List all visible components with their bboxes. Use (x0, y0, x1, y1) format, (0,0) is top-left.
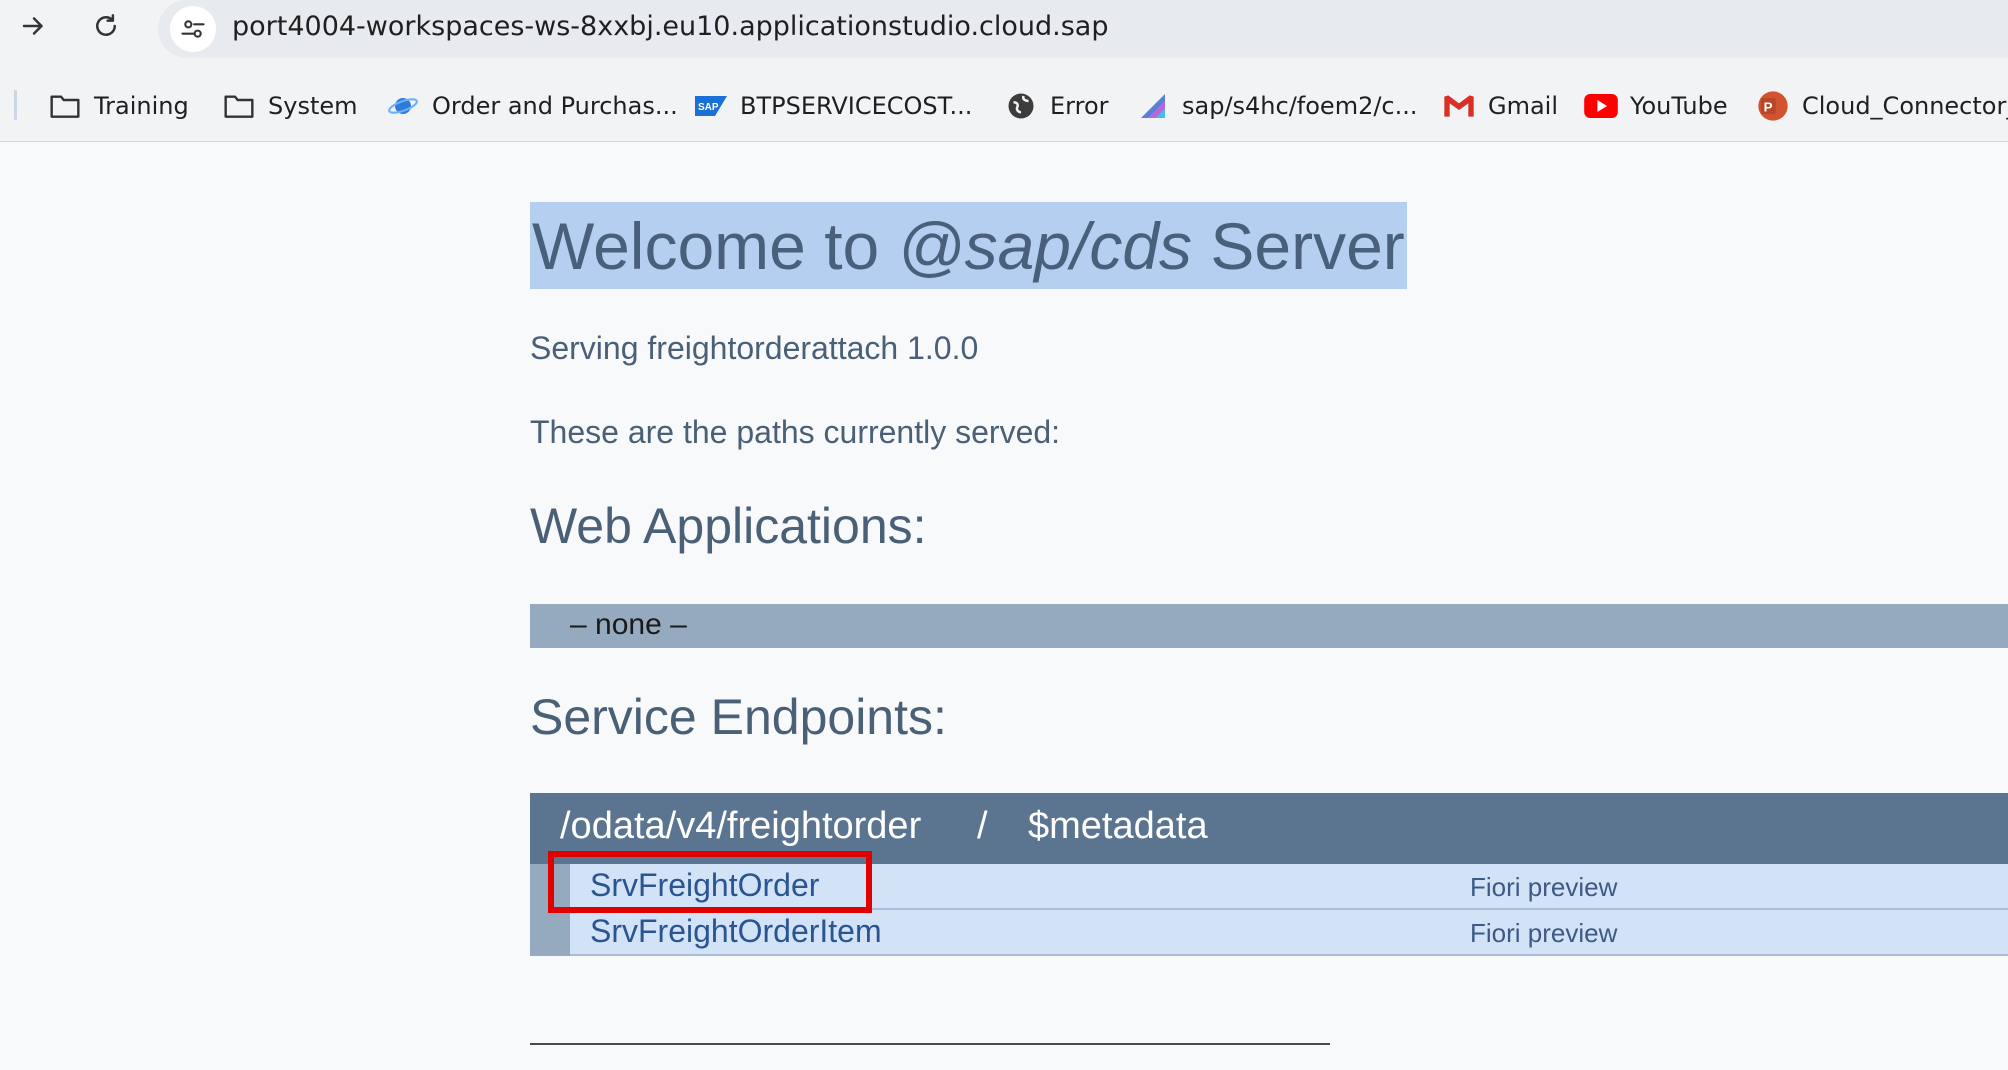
fiori-preview-link[interactable]: Fiori preview (1470, 918, 1617, 949)
powerpoint-icon: P (1756, 89, 1790, 123)
web-applications-none-text: – none – (570, 608, 687, 641)
bookmark-separator (14, 90, 17, 120)
bookmark-system[interactable]: System (222, 86, 358, 126)
browser-chrome: port4004-workspaces-ws-8xxbj.eu10.applic… (0, 0, 2008, 142)
arrow-right-icon (22, 17, 43, 35)
web-applications-heading: Web Applications: (530, 498, 927, 554)
entity-link-srvfreightorderitem[interactable]: SrvFreightOrderItem (590, 913, 882, 950)
bookmark-gmail[interactable]: Gmail (1442, 86, 1558, 126)
bookmark-youtube[interactable]: YouTube (1584, 86, 1728, 126)
sap-logo-icon: SAP (694, 89, 728, 123)
web-applications-list: – none – (530, 604, 2008, 648)
footer-divider (530, 1043, 1330, 1045)
url-text[interactable]: port4004-workspaces-ws-8xxbj.eu10.applic… (232, 11, 1109, 42)
reload-icon (96, 14, 116, 36)
page-title: Welcome to @sap/cds Server (532, 208, 1405, 283)
youtube-icon (1584, 89, 1618, 123)
entity-row-gutter (530, 910, 570, 956)
svg-text:P: P (1764, 99, 1773, 114)
folder-icon (222, 89, 256, 123)
gmail-icon (1442, 89, 1476, 123)
fiori-preview-link[interactable]: Fiori preview (1470, 872, 1617, 903)
service-path-separator: / (977, 805, 988, 847)
service-endpoints-heading: Service Endpoints: (530, 689, 947, 745)
bookmark-error[interactable]: Error (1004, 86, 1109, 126)
bookmark-sap-s4hc[interactable]: sap/s4hc/foem2/c... (1136, 86, 1418, 126)
globe-icon (1004, 89, 1038, 123)
site-info-button[interactable] (170, 6, 216, 52)
service-path-link[interactable]: /odata/v4/freightorder (560, 805, 921, 848)
bookmark-training[interactable]: Training (48, 86, 189, 126)
app-icon (1136, 89, 1170, 123)
forward-button[interactable] (12, 4, 56, 48)
metadata-link[interactable]: $metadata (1028, 805, 1208, 848)
bookmark-btpservicecost[interactable]: SAP BTPSERVICECOST... (694, 86, 972, 126)
serving-text: Serving freightorderattach 1.0.0 (530, 330, 979, 366)
title-selection-highlight: Welcome to @sap/cds Server (530, 202, 1407, 289)
red-annotation-box (548, 851, 872, 913)
svg-text:SAP: SAP (698, 102, 719, 113)
entity-row: SrvFreightOrderItem Fiori preview (530, 910, 2008, 956)
tune-icon (181, 20, 205, 38)
bookmark-cloud-connector[interactable]: P Cloud_Connector_ (1756, 86, 2008, 126)
bookmark-order-and-purchase[interactable]: Order and Purchas... (386, 86, 678, 126)
reload-button[interactable] (84, 4, 128, 48)
paths-intro-text: These are the paths currently served: (530, 414, 1061, 450)
page-body: Welcome to @sap/cds Server Serving freig… (0, 142, 2008, 1070)
planet-icon (386, 89, 420, 123)
folder-icon (48, 89, 82, 123)
